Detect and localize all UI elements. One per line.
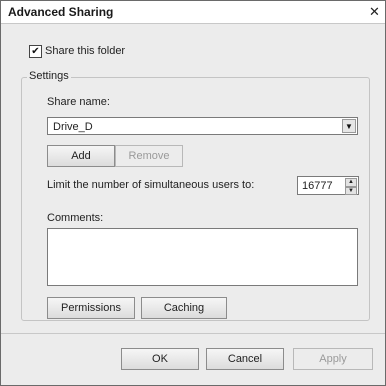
- footer-divider: [1, 333, 385, 334]
- apply-button[interactable]: Apply: [293, 348, 373, 370]
- comments-label: Comments:: [47, 212, 104, 224]
- settings-legend: Settings: [27, 70, 71, 82]
- remove-button[interactable]: Remove: [115, 145, 183, 167]
- user-limit-spinner[interactable]: 16777 ▲ ▼: [297, 176, 359, 195]
- comments-textarea[interactable]: [47, 228, 358, 286]
- ok-button[interactable]: OK: [121, 348, 199, 370]
- limit-users-label: Limit the number of simultaneous users t…: [47, 179, 255, 191]
- cancel-button[interactable]: Cancel: [206, 348, 284, 370]
- share-folder-checkbox[interactable]: ✔: [29, 45, 42, 58]
- share-folder-label[interactable]: Share this folder: [45, 45, 125, 57]
- permissions-button[interactable]: Permissions: [47, 297, 135, 319]
- chevron-down-icon[interactable]: ▼: [342, 119, 356, 133]
- arrow-up-icon[interactable]: ▲: [345, 178, 357, 187]
- add-button[interactable]: Add: [47, 145, 115, 167]
- share-name-value: Drive_D: [53, 121, 93, 133]
- close-icon[interactable]: ✕: [367, 4, 382, 19]
- caching-button[interactable]: Caching: [141, 297, 227, 319]
- window-title: Advanced Sharing: [8, 5, 114, 19]
- spinner-buttons: ▲ ▼: [345, 178, 357, 195]
- advanced-sharing-dialog: Advanced Sharing ✕ ✔ Share this folder S…: [0, 0, 386, 386]
- user-limit-value: 16777: [302, 180, 333, 192]
- arrow-down-icon[interactable]: ▼: [345, 186, 357, 195]
- title-bar: Advanced Sharing ✕: [1, 1, 385, 24]
- checkmark-icon: ✔: [31, 45, 40, 57]
- share-name-combobox[interactable]: Drive_D ▼: [47, 117, 358, 135]
- share-name-label: Share name:: [47, 96, 110, 108]
